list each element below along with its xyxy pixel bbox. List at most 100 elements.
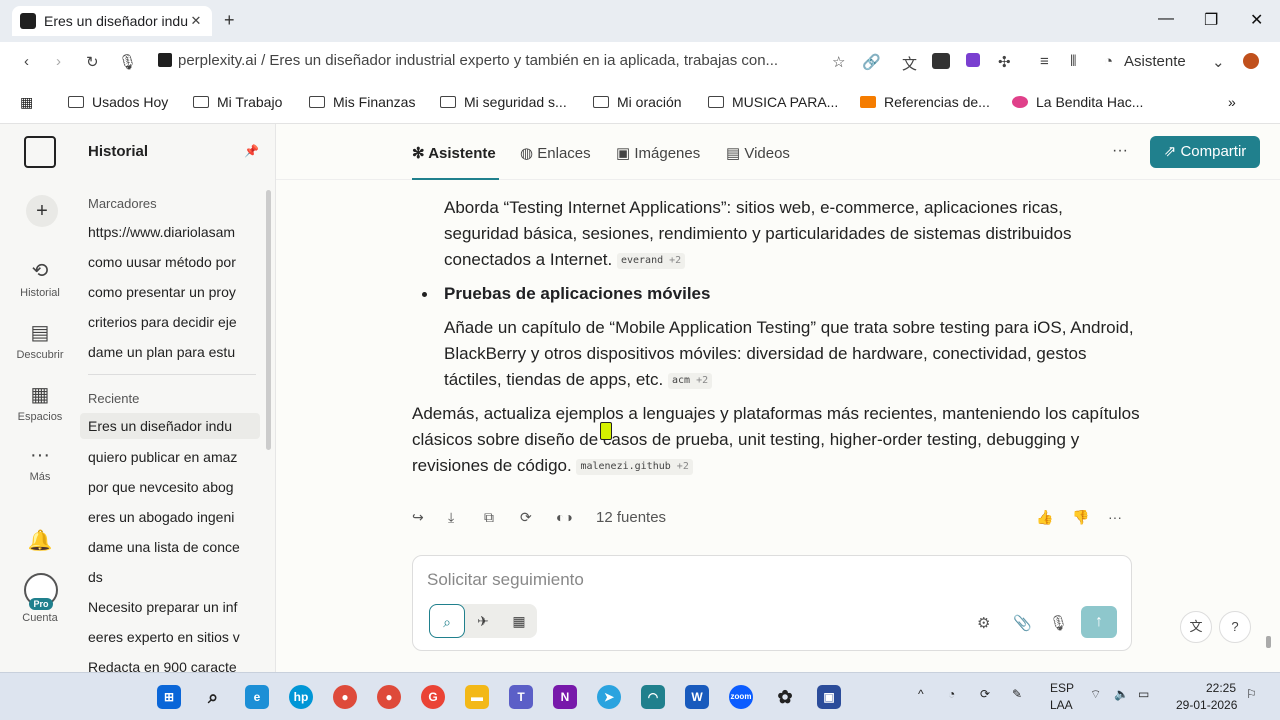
minimize-icon[interactable]: — <box>1158 10 1174 28</box>
followup-placeholder[interactable]: Solicitar seguimiento <box>427 570 584 590</box>
history-item[interactable]: como presentar un proy <box>88 284 248 300</box>
translate-icon[interactable]: 文 <box>902 53 917 74</box>
history-item-active[interactable]: Eres un diseñador indu <box>80 413 260 439</box>
close-tab-icon[interactable]: ✕ <box>188 13 204 29</box>
clock-date[interactable]: 29-01-2026 <box>1176 698 1237 712</box>
profile-avatar[interactable] <box>1243 53 1259 69</box>
answer-more-icon[interactable]: ··· <box>1108 509 1122 525</box>
tray-sync-icon[interactable]: ⟳ <box>980 687 990 701</box>
sources-avatars[interactable]: ◐◑ <box>556 509 573 525</box>
file-explorer-icon[interactable]: ▬ <box>465 685 489 709</box>
language-top[interactable]: ESP <box>1050 681 1074 695</box>
edge-icon[interactable]: e <box>245 685 269 709</box>
bookmark-mi-oracion[interactable]: Mi oración <box>593 94 682 110</box>
new-thread-button[interactable]: + <box>26 195 58 227</box>
bookmark-la-bendita[interactable]: La Bendita Hac... <box>1012 94 1143 110</box>
rail-descubrir[interactable]: ▤ Descubrir <box>0 320 80 361</box>
download-icon[interactable]: ⤓ <box>448 509 454 526</box>
panel-scrollbar[interactable] <box>266 190 271 450</box>
chrome-icon[interactable]: ● <box>333 685 357 709</box>
model-selector-icon[interactable]: ⚙ <box>977 614 990 632</box>
voice-icon[interactable]: 🎙 <box>1049 614 1068 632</box>
back-icon[interactable]: ‹ <box>24 53 29 70</box>
account-label[interactable]: Cuenta <box>0 612 80 624</box>
thumbs-down-icon[interactable]: 👎 <box>1072 509 1089 526</box>
perplexity-app-icon[interactable]: ◠ <box>641 685 665 709</box>
bookmark-mi-trabajo[interactable]: Mi Trabajo <box>193 94 282 110</box>
thumbs-up-icon[interactable]: 👍 <box>1036 509 1053 526</box>
browser-tab[interactable]: Eres un diseñador industr ✕ <box>12 6 212 36</box>
restore-icon[interactable]: ❐ <box>1204 10 1218 30</box>
chevron-down-icon[interactable]: ⌄ <box>1212 53 1225 71</box>
bookmark-referencias[interactable]: Referencias de... <box>860 94 990 110</box>
send-button[interactable]: ↑ <box>1081 606 1117 638</box>
google-icon[interactable]: G <box>421 685 445 709</box>
history-item[interactable]: eres un abogado ingeni <box>88 509 248 525</box>
bookmark-mis-finanzas[interactable]: Mis Finanzas <box>309 94 415 110</box>
language-button[interactable]: 文 <box>1180 611 1212 643</box>
hp-icon[interactable]: hp <box>289 685 313 709</box>
bookmark-musica[interactable]: MUSICA PARA... <box>708 94 838 110</box>
rail-espacios[interactable]: ▦ Espacios <box>0 382 80 423</box>
search-icon[interactable]: ⌕ <box>201 685 225 709</box>
battery-icon[interactable]: ▭ <box>1138 687 1149 701</box>
telegram-icon[interactable]: ➤ <box>597 685 621 709</box>
onenote-extension-icon[interactable] <box>966 53 980 67</box>
attach-icon[interactable]: 📎 <box>1013 614 1032 632</box>
windows-start-icon[interactable]: ⊞ <box>157 685 181 709</box>
citation-badge[interactable]: everand +2 <box>616 253 686 269</box>
pin-icon[interactable]: 📌 <box>244 144 259 158</box>
tray-chevron-icon[interactable]: ^ <box>918 687 924 701</box>
star-icon[interactable]: ☆ <box>832 53 845 71</box>
share-button[interactable]: ⇗ Compartir <box>1150 136 1260 168</box>
save-app-icon[interactable]: ▣ <box>817 685 841 709</box>
wifi-icon[interactable]: ⌔ <box>1090 687 1101 702</box>
tab-asistente[interactable]: ✻ Asistente <box>412 144 496 162</box>
extensions-puzzle-icon[interactable]: ✣ <box>998 53 1011 71</box>
history-item[interactable]: quiero publicar en amaz <box>88 449 248 465</box>
history-item[interactable]: Redacta en 900 caracte <box>88 659 248 672</box>
audio-icon[interactable]: ⦀ <box>1070 53 1077 70</box>
followup-input-box[interactable]: Solicitar seguimiento ⌕ ✈ ▦ ⚙ 📎 🎙 ↑ <box>412 555 1132 651</box>
history-item[interactable]: eeres experto en sitios v <box>88 629 248 645</box>
history-item[interactable]: Necesito preparar un inf <box>88 599 248 615</box>
assistant-label[interactable]: Asistente <box>1124 53 1186 70</box>
tab-imagenes[interactable]: ▣ Imágenes <box>616 144 700 162</box>
tab-videos[interactable]: ▤ Videos <box>726 144 790 162</box>
labs-mode-icon[interactable]: ▦ <box>501 604 537 638</box>
history-item[interactable]: ds <box>88 569 248 585</box>
link-icon[interactable]: 🔗 <box>862 53 881 71</box>
citation-badge[interactable]: malenezi.github +2 <box>576 459 693 475</box>
zoom-icon[interactable]: zoom <box>729 685 753 709</box>
sources-label[interactable]: 12 fuentes <box>596 509 666 526</box>
history-item[interactable]: criterios para decidir eje <box>88 314 248 330</box>
onenote-icon[interactable]: N <box>553 685 577 709</box>
share-answer-icon[interactable]: ↪ <box>412 509 424 526</box>
history-item[interactable]: https://www.diariolasam <box>88 224 248 240</box>
microphone-icon[interactable]: 🎙 <box>118 53 137 71</box>
address-bar[interactable]: perplexity.ai / Eres un diseñador indust… <box>158 52 808 74</box>
reload-icon[interactable]: ↻ <box>86 53 99 71</box>
citation-badge[interactable]: acm +2 <box>667 373 713 389</box>
forward-icon[interactable]: › <box>56 53 61 70</box>
rail-mas[interactable]: ··· Más <box>0 444 80 483</box>
tray-pen-icon[interactable]: ✎ <box>1012 687 1022 701</box>
apps-grid-icon[interactable]: ▦ <box>20 94 33 111</box>
history-item[interactable]: dame un plan para estu <box>88 344 248 360</box>
teams-icon[interactable]: T <box>509 685 533 709</box>
new-tab-icon[interactable]: + <box>224 10 235 31</box>
clock-time[interactable]: 22:25 <box>1206 681 1236 695</box>
perplexity-logo-icon[interactable] <box>24 136 56 168</box>
extension-icon[interactable] <box>932 53 950 69</box>
close-window-icon[interactable]: ✕ <box>1250 10 1263 30</box>
rail-historial[interactable]: ⟲ Historial <box>0 258 80 299</box>
history-item[interactable]: por que nevcesito abog <box>88 479 248 495</box>
tab-enlaces[interactable]: ◍ Enlaces <box>520 144 591 162</box>
main-scrollbar[interactable] <box>1266 636 1271 648</box>
word-icon[interactable]: W <box>685 685 709 709</box>
rewrite-icon[interactable]: ⟳ <box>520 509 532 526</box>
chrome-profile-icon[interactable]: ● <box>377 685 401 709</box>
more-options-icon[interactable]: ··· <box>1112 142 1128 160</box>
notifications-tray-icon[interactable]: ⚐ <box>1246 687 1257 701</box>
history-item[interactable]: como uusar método por <box>88 254 248 270</box>
